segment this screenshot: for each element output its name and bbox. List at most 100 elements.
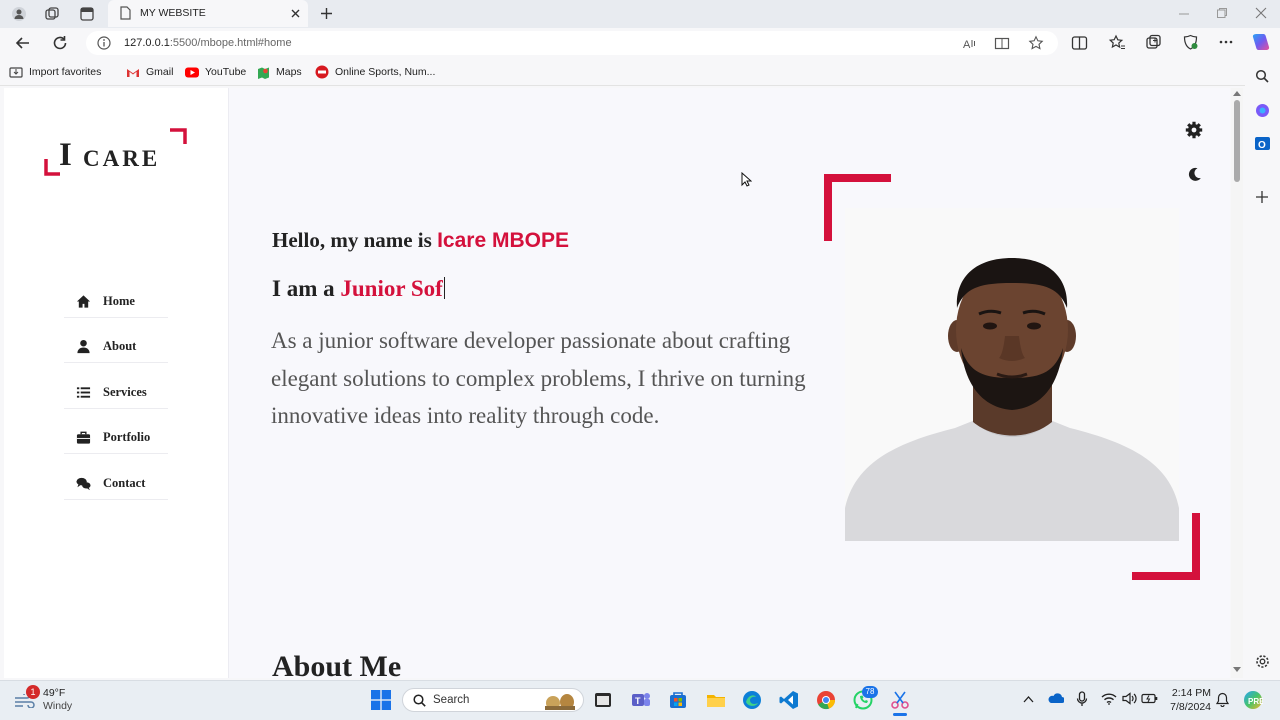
favorites-icon[interactable] — [1108, 34, 1126, 51]
snipping-tool-icon[interactable] — [889, 689, 911, 711]
more-menu-icon[interactable] — [1218, 37, 1234, 47]
typing-cursor — [443, 277, 446, 299]
home-icon — [76, 295, 91, 308]
weather-widget[interactable]: 1 49°F Windy — [14, 685, 84, 714]
task-view-icon[interactable] — [592, 689, 614, 711]
about-section-title: About Me — [272, 650, 402, 678]
gmail-icon — [127, 68, 139, 77]
nav-portfolio[interactable]: Portfolio — [64, 422, 168, 454]
workspaces-icon[interactable] — [44, 6, 60, 22]
mouse-cursor-icon — [741, 172, 752, 187]
svg-text:A: A — [963, 39, 971, 51]
url-path: :5500/mbope.html#home — [169, 37, 292, 49]
scrollbar-thumb[interactable] — [1234, 100, 1240, 182]
store-icon[interactable] — [667, 689, 689, 711]
svg-text:T: T — [635, 696, 641, 706]
weather-desc: Windy — [43, 700, 73, 712]
volume-icon[interactable] — [1122, 692, 1137, 705]
hero-intro: As a junior software developer passionat… — [271, 328, 806, 428]
vscode-icon[interactable] — [778, 689, 800, 711]
nav-label: Portfolio — [103, 430, 151, 444]
add-sidebar-icon[interactable] — [1255, 190, 1269, 204]
address-bar[interactable]: 127.0.0.1:5500/mbope.html#home A — [86, 31, 1058, 55]
active-app-indicator — [893, 713, 907, 716]
settings-gear-icon[interactable] — [1185, 121, 1203, 139]
maps-icon — [258, 67, 269, 79]
new-tab-icon[interactable] — [319, 6, 334, 21]
sidebar-settings-icon[interactable] — [1255, 654, 1270, 669]
search-sidebar-icon[interactable] — [1255, 69, 1269, 83]
hero-role-typed: Junior Sof — [340, 276, 443, 301]
close-window-icon[interactable] — [1255, 7, 1267, 19]
fav-label: YouTube — [205, 66, 247, 78]
scroll-down-icon[interactable] — [1233, 667, 1241, 673]
refresh-icon[interactable] — [51, 34, 69, 52]
site-sidebar: I CARE Home About Services Portfolio Con… — [4, 88, 229, 678]
clock-time[interactable]: 2:14 PM — [1171, 687, 1211, 699]
profile-photo — [845, 208, 1179, 541]
tab-my-website[interactable]: MY WEBSITE — [108, 0, 308, 27]
favorite-star-icon[interactable] — [1028, 35, 1044, 51]
fav-online-sports[interactable]: Online Sports, Num... — [315, 65, 435, 79]
hero-name: Icare MBOPE — [437, 229, 569, 252]
collections-icon[interactable] — [1145, 34, 1162, 51]
copilot-taskbar-icon[interactable]: PRE — [1243, 690, 1263, 710]
fav-youtube[interactable]: YouTube — [185, 65, 246, 79]
weather-alert-badge: 1 — [26, 685, 40, 699]
notifications-bell-icon[interactable] — [1216, 692, 1229, 707]
microphone-icon[interactable] — [1076, 691, 1088, 707]
close-tab-icon[interactable] — [290, 8, 301, 19]
read-aloud-icon[interactable]: A — [962, 36, 977, 51]
back-icon[interactable] — [14, 34, 32, 52]
fav-maps[interactable]: Maps — [257, 65, 302, 79]
edge-sidebar: O — [1245, 58, 1280, 680]
nav-contact[interactable]: Contact — [64, 468, 168, 500]
search-label: Search — [433, 694, 470, 706]
comments-icon — [76, 477, 91, 491]
tab-actions-icon[interactable] — [79, 6, 95, 22]
battery-icon[interactable] — [1141, 693, 1158, 704]
youtube-icon — [185, 67, 199, 77]
onedrive-icon[interactable] — [1047, 692, 1064, 704]
dark-mode-moon-icon[interactable] — [1187, 167, 1202, 182]
whatsapp-badge: 78 — [862, 686, 878, 698]
site-logo[interactable]: I CARE — [44, 128, 194, 182]
file-explorer-icon[interactable] — [705, 689, 727, 711]
minimize-icon[interactable] — [1178, 8, 1190, 20]
hero-greeting-prefix: Hello, my name is — [272, 228, 438, 252]
nav-about[interactable]: About — [64, 331, 168, 363]
immersive-reader-icon[interactable] — [994, 36, 1010, 51]
copilot-icon[interactable] — [1251, 32, 1271, 52]
scroll-up-icon[interactable] — [1233, 90, 1241, 96]
wifi-icon[interactable] — [1101, 692, 1117, 705]
briefcase-icon — [76, 431, 91, 444]
windows-start-icon[interactable] — [371, 690, 391, 710]
teams-icon[interactable]: T — [630, 689, 652, 711]
show-hidden-icons-chevron-icon[interactable] — [1023, 695, 1034, 703]
restore-icon[interactable] — [1216, 7, 1228, 19]
web-page: I CARE Home About Services Portfolio Con… — [4, 88, 1230, 678]
fav-label: Maps — [276, 66, 302, 78]
browser-essentials-icon[interactable] — [1182, 34, 1199, 51]
copilot-sidebar-icon[interactable] — [1255, 103, 1270, 118]
taskbar-search-box[interactable]: Search — [402, 688, 584, 712]
page-scrollbar[interactable] — [1231, 88, 1243, 678]
site-info-icon[interactable] — [97, 36, 111, 50]
clock-date[interactable]: 7/8/2024 — [1167, 701, 1211, 713]
nav-services[interactable]: Services — [64, 377, 168, 409]
svg-text:PRE: PRE — [1248, 697, 1263, 706]
list-icon — [76, 387, 91, 398]
nav-home[interactable]: Home — [64, 286, 168, 318]
chrome-icon[interactable] — [815, 689, 837, 711]
fav-label: Import favorites — [29, 66, 102, 78]
fav-import-favorites[interactable]: Import favorites — [9, 65, 101, 79]
outlook-icon[interactable]: O — [1255, 136, 1270, 151]
profile-icon[interactable] — [11, 6, 27, 22]
fav-gmail[interactable]: Gmail — [126, 65, 173, 79]
logo-corner-top-right — [170, 128, 187, 144]
edge-icon[interactable] — [741, 689, 763, 711]
url-host: 127.0.0.1 — [124, 37, 170, 49]
logo-initial: I — [59, 137, 72, 173]
logo-corner-bottom-left — [44, 159, 60, 176]
split-screen-icon[interactable] — [1071, 35, 1088, 51]
